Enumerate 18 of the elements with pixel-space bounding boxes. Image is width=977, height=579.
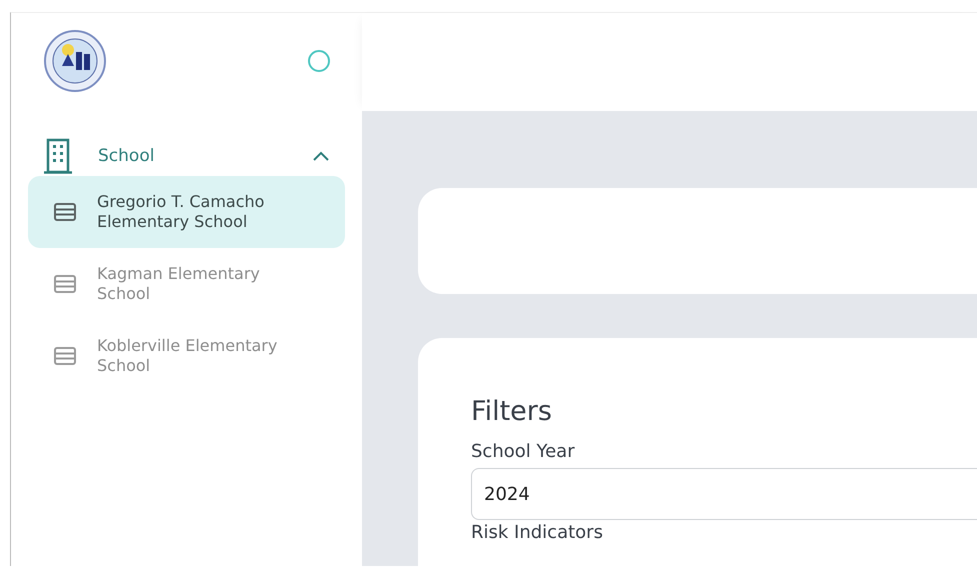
school-name: Gregorio T. Camacho Elementary School <box>97 192 266 232</box>
school-name: Kagman Elementary School <box>97 264 261 304</box>
school-nav-item[interactable]: Kagman Elementary School <box>28 248 345 320</box>
list-icon <box>54 347 76 365</box>
school-seal-logo <box>44 30 106 92</box>
school-year-field[interactable]: 2024 <box>471 468 977 520</box>
building-icon <box>44 138 72 174</box>
group-label: School <box>98 146 156 166</box>
list-icon <box>54 275 76 293</box>
school-name: Koblerville Elementary School <box>97 336 278 376</box>
list-icon <box>54 203 76 221</box>
school-nav-item[interactable]: Koblerville Elementary School <box>28 320 345 392</box>
sidebar-toggle[interactable] <box>308 50 330 72</box>
filters-title: Filters <box>471 396 553 427</box>
school-nav-item[interactable]: Gregorio T. Camacho Elementary School <box>28 176 345 248</box>
field-label: School Year <box>471 441 576 462</box>
school-group-header[interactable]: School <box>28 136 345 176</box>
field-label: Risk Indicators <box>471 522 604 543</box>
